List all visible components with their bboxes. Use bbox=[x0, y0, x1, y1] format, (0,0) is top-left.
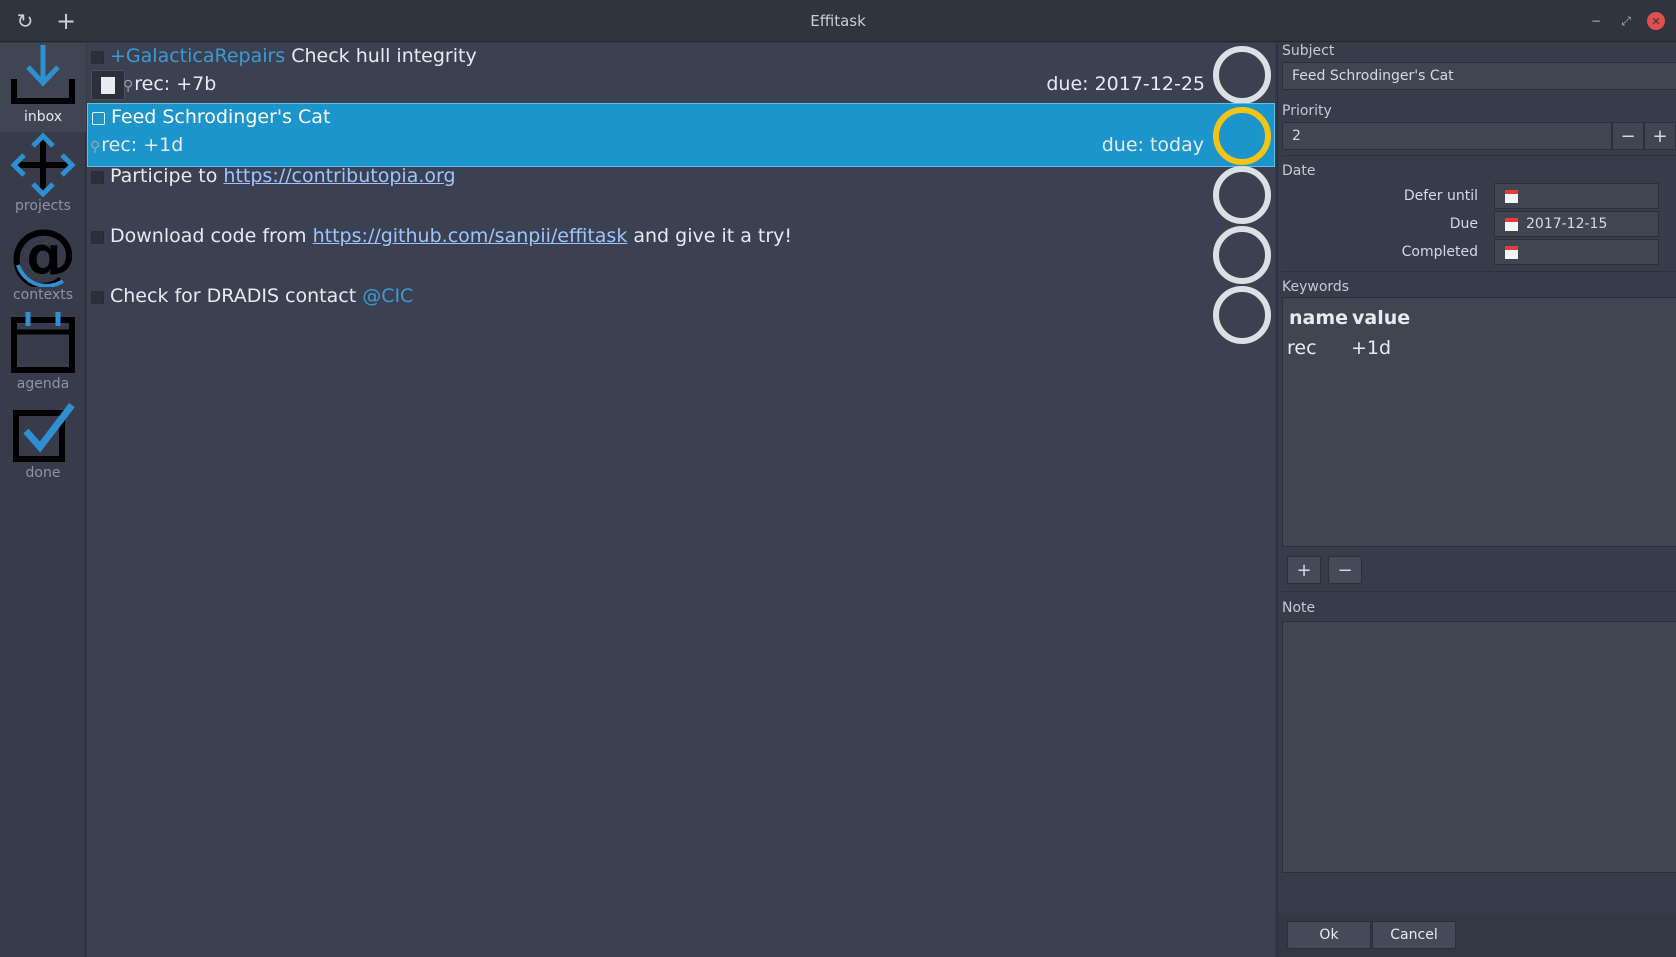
divider bbox=[1282, 591, 1676, 592]
due-value: 2017-12-15 bbox=[1526, 216, 1608, 232]
task-row[interactable]: Participe to https://contributopia.org bbox=[87, 163, 1275, 227]
task-row[interactable]: +GalacticaRepairs Check hull integrity ⚲… bbox=[87, 43, 1275, 107]
ok-button[interactable]: Ok bbox=[1287, 921, 1371, 949]
sidebar-item-label: inbox bbox=[23, 109, 63, 125]
defer-until-field[interactable] bbox=[1494, 183, 1659, 209]
task-checkbox[interactable] bbox=[91, 291, 104, 304]
sidebar-item-label: done bbox=[25, 465, 61, 481]
task-text: Download code from bbox=[110, 225, 313, 247]
calendar-icon bbox=[1505, 245, 1518, 259]
task-subject: Download code from https://github.com/sa… bbox=[110, 225, 792, 247]
task-text: and give it a try! bbox=[627, 225, 793, 247]
keywords-label: Keywords bbox=[1282, 279, 1350, 295]
date-label: Date bbox=[1282, 163, 1316, 179]
task-subject: Feed Schrodinger's Cat bbox=[111, 106, 331, 128]
priority-circle-icon bbox=[1213, 107, 1271, 165]
priority-field[interactable]: 2 bbox=[1282, 122, 1612, 150]
done-icon bbox=[13, 402, 75, 462]
task-due: due: today bbox=[1101, 134, 1204, 156]
task-link[interactable]: https://contributopia.org bbox=[223, 165, 455, 187]
note-textarea[interactable] bbox=[1282, 621, 1676, 873]
dialog-button-bar: Ok Cancel bbox=[1278, 913, 1676, 957]
projects-icon bbox=[10, 132, 76, 198]
completed-field[interactable] bbox=[1494, 239, 1659, 265]
task-recurrence: ⚲rec: +1d bbox=[90, 134, 183, 156]
keyword-name-cell[interactable]: rec bbox=[1287, 337, 1317, 359]
priority-increment-button[interactable]: + bbox=[1644, 122, 1676, 150]
calendar-icon bbox=[1505, 189, 1518, 203]
task-checkbox[interactable] bbox=[91, 171, 104, 184]
paperclip-icon: ⚲ bbox=[90, 139, 101, 155]
divider bbox=[1282, 155, 1676, 156]
window-title: Effitask bbox=[810, 12, 866, 30]
subject-label: Subject bbox=[1282, 43, 1335, 59]
note-icon[interactable] bbox=[91, 70, 125, 100]
remove-keyword-button[interactable]: − bbox=[1328, 556, 1362, 584]
recurrence-text: rec: +1d bbox=[101, 134, 184, 156]
sidebar-item-label: contexts bbox=[12, 287, 74, 303]
sidebar-item-contexts[interactable]: @ contexts bbox=[0, 221, 86, 310]
task-text: Check hull integrity bbox=[285, 45, 477, 67]
task-subject: +GalacticaRepairs Check hull integrity bbox=[110, 45, 477, 67]
task-subject: Participe to https://contributopia.org bbox=[110, 165, 456, 187]
sidebar-item-inbox[interactable]: inbox bbox=[0, 43, 86, 132]
task-link[interactable]: https://github.com/sanpii/effitask bbox=[313, 225, 628, 247]
priority-decrement-button[interactable]: − bbox=[1612, 122, 1644, 150]
keywords-table[interactable]: name value rec +1d bbox=[1282, 297, 1676, 547]
add-keyword-button[interactable]: + bbox=[1287, 556, 1321, 584]
paperclip-icon: ⚲ bbox=[123, 78, 134, 94]
task-checkbox[interactable] bbox=[91, 51, 104, 64]
sidebar-item-agenda[interactable]: agenda bbox=[0, 310, 86, 399]
due-field[interactable]: 2017-12-15 bbox=[1494, 211, 1659, 237]
edit-panel: Subject Feed Schrodinger's Cat Priority … bbox=[1277, 43, 1676, 957]
priority-circle-icon bbox=[1213, 46, 1271, 104]
priority-label: Priority bbox=[1282, 103, 1332, 119]
context-tag[interactable]: @CIC bbox=[362, 285, 413, 307]
cancel-button[interactable]: Cancel bbox=[1372, 921, 1456, 949]
sidebar: inbox projects @ contexts agenda done bbox=[0, 43, 86, 957]
maximize-icon[interactable]: ⤢ bbox=[1617, 12, 1635, 30]
minimize-icon[interactable]: − bbox=[1587, 12, 1605, 30]
priority-circle-icon bbox=[1213, 226, 1271, 284]
project-tag[interactable]: +GalacticaRepairs bbox=[110, 45, 285, 67]
task-due: due: 2017-12-25 bbox=[1046, 73, 1205, 95]
column-header-value[interactable]: value bbox=[1352, 307, 1410, 329]
sidebar-item-label: agenda bbox=[16, 376, 70, 392]
title-bar: ↻ + Effitask − ⤢ ✕ bbox=[0, 0, 1676, 42]
priority-circle-icon bbox=[1213, 286, 1271, 344]
contexts-icon: @ bbox=[9, 221, 77, 287]
task-row[interactable]: Download code from https://github.com/sa… bbox=[87, 223, 1275, 287]
sidebar-item-done[interactable]: done bbox=[0, 399, 86, 488]
svg-text:@: @ bbox=[9, 221, 77, 287]
task-subject: Check for DRADIS contact @CIC bbox=[110, 285, 413, 307]
inbox-icon bbox=[11, 45, 75, 104]
sidebar-item-label: projects bbox=[15, 198, 71, 214]
task-checkbox[interactable] bbox=[91, 231, 104, 244]
priority-circle-icon bbox=[1213, 166, 1271, 224]
task-row[interactable]: Check for DRADIS contact @CIC bbox=[87, 283, 1275, 347]
sidebar-item-projects[interactable]: projects bbox=[0, 132, 86, 221]
task-recurrence: ⚲rec: +7b bbox=[123, 73, 216, 95]
task-checkbox[interactable] bbox=[92, 112, 105, 125]
column-header-name[interactable]: name bbox=[1289, 307, 1348, 329]
defer-until-label: Defer until bbox=[1403, 188, 1478, 204]
completed-label: Completed bbox=[1401, 244, 1478, 260]
subject-field[interactable]: Feed Schrodinger's Cat bbox=[1282, 62, 1676, 90]
close-icon[interactable]: ✕ bbox=[1647, 12, 1665, 30]
task-list: +GalacticaRepairs Check hull integrity ⚲… bbox=[87, 43, 1275, 957]
note-label: Note bbox=[1282, 600, 1316, 616]
task-text: Participe to bbox=[110, 165, 224, 187]
task-row-selected[interactable]: Feed Schrodinger's Cat ⚲rec: +1d due: to… bbox=[87, 103, 1275, 167]
task-text: Check for DRADIS contact bbox=[110, 285, 363, 307]
agenda-icon bbox=[11, 312, 75, 373]
keyword-value-cell[interactable]: +1d bbox=[1351, 337, 1391, 359]
due-label: Due bbox=[1449, 216, 1478, 232]
calendar-icon bbox=[1505, 217, 1518, 231]
divider bbox=[1282, 271, 1676, 272]
recurrence-text: rec: +7b bbox=[134, 73, 217, 95]
